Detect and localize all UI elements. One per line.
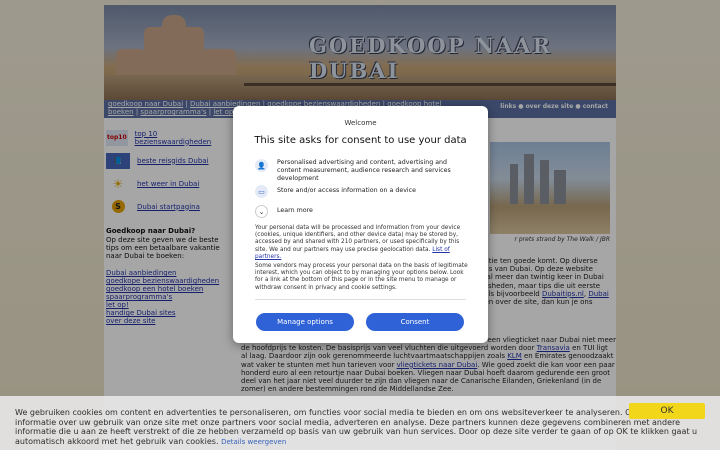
consent-dialog: Welcome This site asks for consent to us… [233,106,488,343]
device-icon: ▭ [255,185,268,198]
cookie-ok-button[interactable]: OK [629,403,705,419]
learn-more-label: Learn more [277,207,313,214]
cookie-text: We gebruiken cookies om content en adver… [15,408,698,446]
consent-purpose: ▭ Store and/or access information on a d… [255,185,470,198]
consent-legitimate-interest-text: Some vendors may process your personal d… [255,263,468,291]
cookie-banner-text: We gebruiken cookies om content en adver… [15,408,710,447]
chevron-down-icon: ⌄ [255,205,268,218]
divider [255,299,466,300]
consent-title: This site asks for consent to use your d… [254,135,467,146]
learn-more-toggle[interactable]: ⌄ Learn more [255,205,470,218]
cookie-details-link[interactable]: Details weergeven [221,438,286,446]
consent-button[interactable]: Consent [366,313,464,331]
consent-purpose-text: Store and/or access information on a dev… [277,187,417,194]
person-icon: 👤 [255,159,268,172]
consent-purpose: 👤 Personalised advertising and content, … [255,159,470,183]
consent-site-name: Welcome [344,119,377,127]
manage-options-button[interactable]: Manage options [256,313,354,331]
consent-purpose-text: Personalised advertising and content, ad… [277,159,451,182]
consent-description-text: Your personal data will be processed and… [255,225,461,253]
cookie-banner: We gebruiken cookies om content en adver… [0,396,720,450]
consent-description: Your personal data will be processed and… [255,225,468,261]
